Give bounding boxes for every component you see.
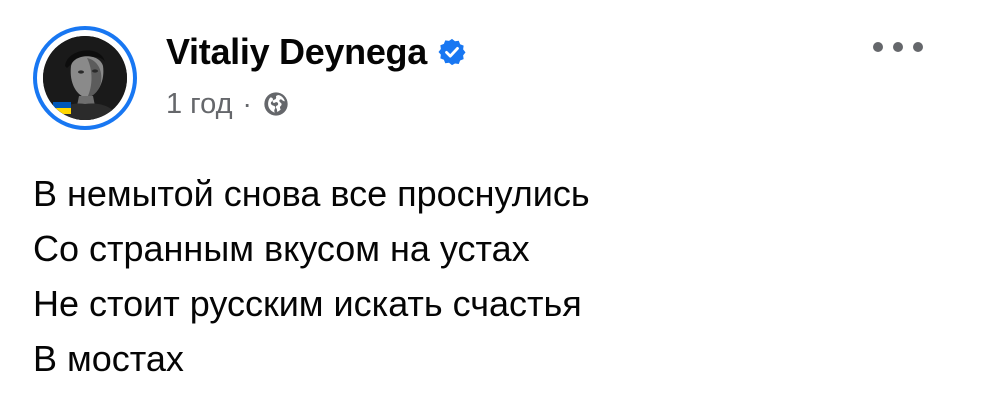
flag-blue-stripe [53,102,71,108]
verified-badge-icon [437,37,467,67]
post-header: Vitaliy Deynega 1 год · [166,28,467,122]
avatar-image [43,36,127,120]
avatar[interactable] [43,36,127,120]
author-row: Vitaliy Deynega [166,28,467,76]
post-body: В немытой снова все проснулись Со странн… [33,166,590,386]
post-text-line: В мостах [33,338,184,379]
more-options-button[interactable] [866,32,930,62]
post-text-line: В немытой снова все проснулись [33,173,590,214]
author-name[interactable]: Vitaliy Deynega [166,28,427,76]
more-horizontal-icon [873,42,923,52]
post-text-line: Не стоит русским искать счастья [33,283,582,324]
globe-icon[interactable] [262,90,290,118]
post-text-line: Со странным вкусом на устах [33,228,530,269]
meta-separator: · [242,88,252,119]
avatar-story-ring[interactable] [33,26,137,130]
post-timestamp[interactable]: 1 год [166,86,233,122]
post-meta: 1 год · [166,86,467,122]
post-card: Vitaliy Deynega 1 год · В немытой снова … [0,0,984,404]
flag-yellow-stripe [53,108,71,114]
